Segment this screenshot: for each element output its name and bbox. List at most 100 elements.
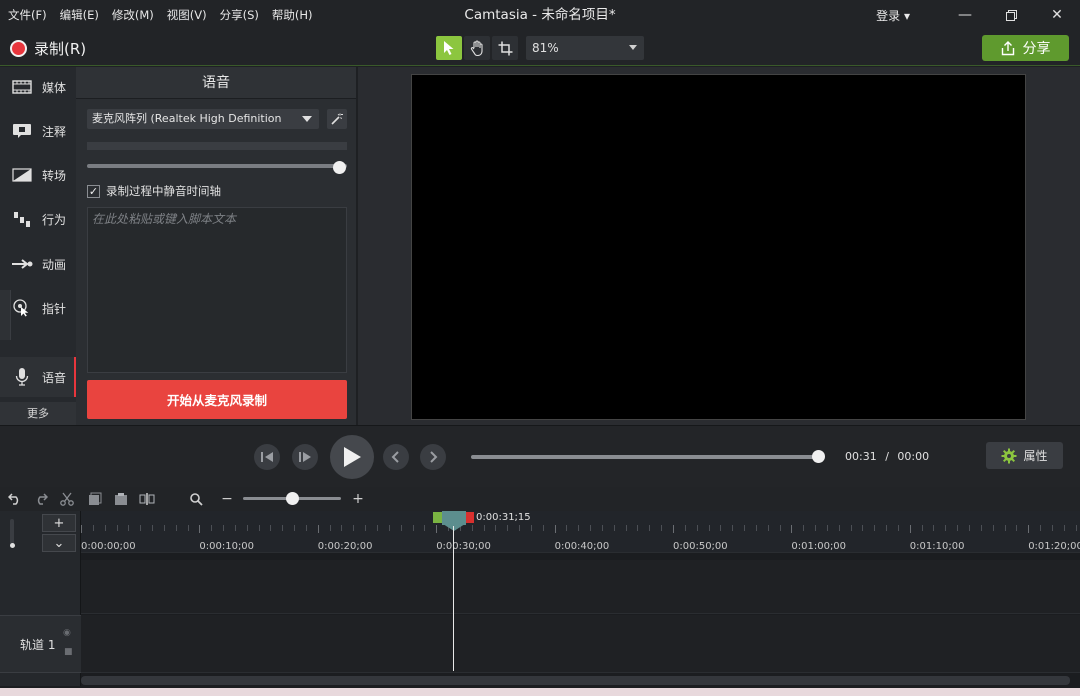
sidebar-item-annotations[interactable]: 注释	[0, 111, 76, 151]
playhead-in-marker[interactable]	[433, 512, 442, 523]
select-tool-button[interactable]	[436, 36, 462, 60]
volume-slider-handle[interactable]	[333, 161, 346, 174]
volume-slider-track[interactable]	[87, 164, 347, 168]
track-lane-empty[interactable]	[81, 560, 1080, 614]
playback-controls: 00:31 / 00:00 属性	[0, 425, 1080, 487]
sidebar-item-media[interactable]: 媒体	[0, 67, 76, 107]
zoom-fit-button[interactable]	[188, 490, 204, 508]
ruler-tick	[767, 525, 769, 531]
record-dot-icon	[10, 40, 27, 57]
timeline-ruler[interactable]: 0:00:00;00 0:00:10;00 0:00:20;00 0:00:30;00…	[81, 511, 1080, 553]
menu-edit[interactable]: 编辑(E)	[60, 7, 99, 23]
ruler-label: 0:01:00;00	[791, 541, 847, 552]
chevron-right-icon	[430, 451, 438, 463]
ruler-tick	[803, 525, 805, 531]
record-button[interactable]: 录制(R)	[10, 38, 86, 59]
mute-timeline-checkbox[interactable]: ✓ 录制过程中静音时间轴	[87, 183, 221, 199]
copy-button[interactable]	[86, 490, 104, 508]
ruler-tick	[779, 525, 781, 531]
zoom-out-button[interactable]: −	[219, 490, 235, 508]
track-lane-1[interactable]	[81, 615, 1080, 673]
ruler-tick	[377, 525, 378, 531]
previous-marker-button[interactable]	[383, 444, 409, 470]
timeline-zoom-handle[interactable]	[286, 492, 299, 505]
gear-icon	[1001, 448, 1017, 463]
ruler-tick	[566, 525, 568, 531]
playhead-out-marker[interactable]	[466, 512, 474, 523]
menu-view[interactable]: 视图(V)	[167, 7, 207, 23]
step-back-button[interactable]	[254, 444, 280, 470]
track-height-handle[interactable]	[10, 543, 15, 548]
microphone-select[interactable]: 麦克风阵列 (Realtek High Definition	[87, 109, 319, 129]
chevron-down-icon	[629, 45, 637, 50]
crop-tool-button[interactable]	[492, 36, 518, 60]
paste-button[interactable]	[112, 490, 130, 508]
ruler-tick	[850, 525, 852, 531]
check-icon: ✓	[87, 184, 100, 198]
next-marker-button[interactable]	[420, 444, 446, 470]
timeline-horizontal-scrollbar[interactable]	[81, 676, 1070, 685]
playback-seek-handle[interactable]	[812, 450, 825, 463]
redo-button[interactable]	[32, 490, 50, 508]
play-button[interactable]	[330, 435, 374, 479]
video-canvas[interactable]	[411, 74, 1026, 420]
ruler-tick	[388, 525, 390, 531]
menu-help[interactable]: 帮助(H)	[272, 7, 313, 23]
minimize-button[interactable]: —	[942, 0, 988, 30]
restore-icon	[1005, 9, 1017, 21]
sidebar-item-behaviors[interactable]: 行为	[0, 199, 76, 239]
ruler-tick	[720, 525, 722, 531]
start-mic-recording-button[interactable]: 开始从麦克风录制	[87, 380, 347, 419]
audio-meter-handle[interactable]	[0, 290, 11, 340]
sidebar-item-transitions[interactable]: 转场	[0, 155, 76, 195]
ruler-tick	[294, 525, 296, 531]
playhead-handle[interactable]	[442, 511, 466, 525]
mic-settings-button[interactable]	[327, 109, 347, 129]
restore-button[interactable]	[988, 0, 1034, 30]
crop-icon	[498, 41, 512, 55]
zoom-in-button[interactable]: +	[350, 490, 366, 508]
close-button[interactable]: ✕	[1034, 0, 1080, 30]
menu-share[interactable]: 分享(S)	[220, 7, 259, 23]
menu-modify[interactable]: 修改(M)	[112, 7, 154, 23]
pan-tool-button[interactable]	[464, 36, 490, 60]
ruler-tick	[732, 525, 734, 531]
sidebar-item-voice[interactable]: 语音	[0, 357, 76, 397]
cut-button[interactable]	[58, 490, 76, 508]
ruler-label: 0:00:10;00	[199, 541, 255, 552]
ruler-label: 0:00:50;00	[673, 541, 728, 552]
chevron-down-icon	[302, 116, 312, 122]
ruler-tick	[909, 525, 911, 533]
menu-file[interactable]: 文件(F)	[8, 7, 47, 23]
add-track-button[interactable]: +	[42, 514, 76, 532]
ruler-tick	[412, 525, 414, 531]
eye-icon[interactable]: ◉	[63, 628, 71, 638]
more-button[interactable]: 更多	[0, 402, 76, 425]
undo-button[interactable]	[6, 490, 24, 508]
ruler-tick	[317, 525, 319, 533]
ruler-tick	[933, 525, 935, 531]
current-time: 00:31	[845, 450, 877, 463]
playback-seek-track[interactable]	[471, 455, 821, 459]
split-button[interactable]	[138, 490, 156, 508]
ruler-tick	[1051, 525, 1053, 531]
zoom-select[interactable]: 81%	[526, 36, 644, 60]
properties-button[interactable]: 属性	[986, 442, 1063, 469]
ruler-tick	[744, 525, 746, 531]
track-header-1[interactable]: 轨道 1 ◉ ■	[0, 615, 81, 673]
login-button[interactable]: 登录 ▾	[876, 7, 910, 24]
script-textarea[interactable]: 在此处粘贴或键入脚本文本	[87, 207, 347, 373]
share-button[interactable]: 分享	[982, 35, 1069, 61]
tool-sidebar: 媒体 注释 转场 行为 动画 指针 语音 更多	[0, 67, 76, 425]
ruler-tick	[1016, 525, 1018, 531]
collapse-tracks-button[interactable]: ⌄	[42, 534, 76, 552]
step-forward-button[interactable]	[292, 444, 318, 470]
sidebar-item-animations[interactable]: 动画	[0, 244, 76, 284]
paste-icon	[115, 493, 127, 505]
ruler-tick	[791, 525, 793, 533]
ruler-tick	[104, 525, 106, 531]
skip-back-icon	[261, 452, 273, 462]
lock-icon[interactable]: ■	[64, 647, 73, 657]
sidebar-item-cursor[interactable]: 指针	[0, 288, 76, 328]
properties-label: 属性	[1023, 449, 1048, 463]
